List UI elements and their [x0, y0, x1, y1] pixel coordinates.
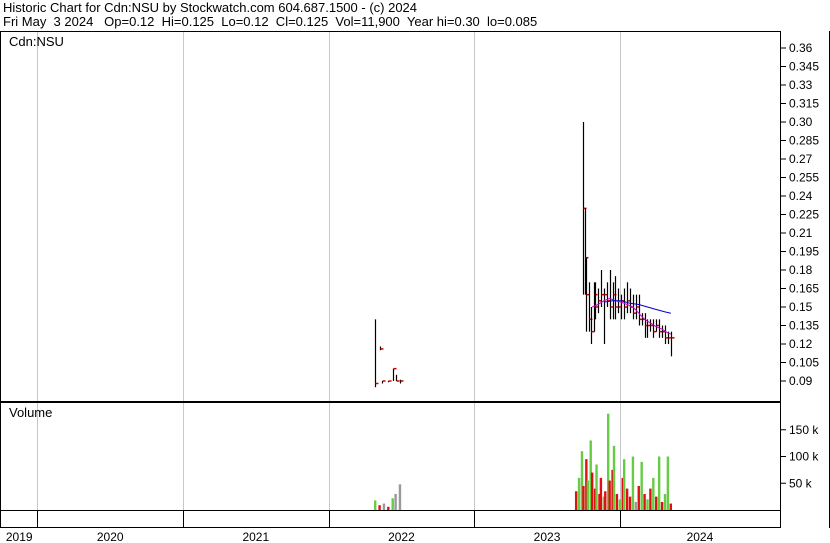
volume-bar	[574, 491, 578, 510]
volume-bar	[660, 501, 664, 510]
volume-bar	[663, 493, 667, 510]
volume-bar	[625, 488, 629, 510]
price-tick-label: 0.105	[789, 356, 819, 370]
volume-bar	[398, 484, 402, 510]
volume-label: Volume	[9, 405, 52, 420]
volume-bar	[374, 500, 377, 510]
volume-tick-label: 150 k	[789, 423, 819, 437]
grid-lines	[37, 31, 621, 510]
volume-bar	[628, 496, 632, 510]
volume-bar	[577, 477, 581, 510]
volume-bars	[374, 413, 672, 510]
volume-bar	[391, 498, 394, 510]
volume-bar	[669, 503, 672, 510]
volume-bar	[634, 501, 638, 510]
volume-bar	[608, 480, 611, 510]
volume-bar	[637, 485, 640, 510]
year-label: 2024	[687, 530, 714, 543]
year-label: 2021	[242, 530, 269, 543]
volume-bar	[657, 456, 661, 510]
volume-bar	[604, 491, 607, 510]
volume-bar	[646, 499, 649, 510]
price-tick-label: 0.33	[789, 78, 813, 92]
volume-panel-frame	[0, 402, 781, 511]
volume-bar	[394, 493, 397, 510]
volume-tick-label: 50 k	[789, 476, 813, 490]
volume-bar	[612, 445, 616, 510]
year-label: 2020	[97, 530, 124, 543]
volume-bar	[666, 456, 670, 510]
volume-bar	[590, 472, 594, 510]
price-tick-label: 0.12	[789, 337, 813, 351]
price-tick-label: 0.09	[789, 374, 813, 388]
price-tick-label: 0.135	[789, 319, 819, 333]
volume-bar	[382, 503, 386, 510]
volume-bar	[615, 493, 619, 510]
price-tick-label: 0.165	[789, 282, 819, 296]
price-tick-label: 0.27	[789, 152, 813, 166]
volume-bar	[586, 480, 589, 510]
price-tick-label: 0.21	[789, 226, 813, 240]
price-bars	[374, 122, 675, 388]
volume-bar	[595, 464, 598, 510]
price-panel-frame	[0, 31, 781, 402]
volume-bar	[655, 496, 658, 510]
price-tick-label: 0.36	[789, 41, 813, 55]
price-tick-label: 0.255	[789, 171, 819, 185]
price-tick-label: 0.225	[789, 208, 819, 222]
price-tick-label: 0.345	[789, 60, 819, 74]
volume-bar	[631, 456, 635, 510]
volume-bar	[599, 477, 603, 510]
year-label: 2019	[6, 530, 33, 543]
year-label: 2022	[388, 530, 415, 543]
volume-bar	[618, 499, 622, 510]
year-label: 2023	[534, 530, 561, 543]
price-tick-label: 0.195	[789, 245, 819, 259]
price-tick-label: 0.315	[789, 97, 819, 111]
symbol-label: Cdn:NSU	[9, 34, 64, 49]
price-tick-label: 0.24	[789, 189, 813, 203]
volume-bar	[582, 485, 585, 510]
volume-bar	[623, 459, 626, 510]
price-tick-label: 0.15	[789, 300, 813, 314]
year-axis-frame	[0, 510, 781, 528]
volume-bar	[643, 493, 646, 510]
price-tick-label: 0.285	[789, 134, 819, 148]
price-tick-label: 0.30	[789, 115, 813, 129]
price-tick-label: 0.18	[789, 263, 813, 277]
volume-tick-label: 100 k	[789, 450, 819, 464]
volume-bar	[652, 477, 655, 510]
volume-bar	[649, 488, 652, 510]
volume-bar	[378, 505, 381, 510]
stock-chart: Cdn:NSU Volume 0.36 0.345 0.33 0.315 0.30 0.2…	[0, 31, 830, 543]
year-axis: 2019 2020 2021 2022 2023 2024	[6, 510, 714, 543]
volume-bar	[640, 461, 643, 510]
volume-bar	[387, 506, 390, 510]
